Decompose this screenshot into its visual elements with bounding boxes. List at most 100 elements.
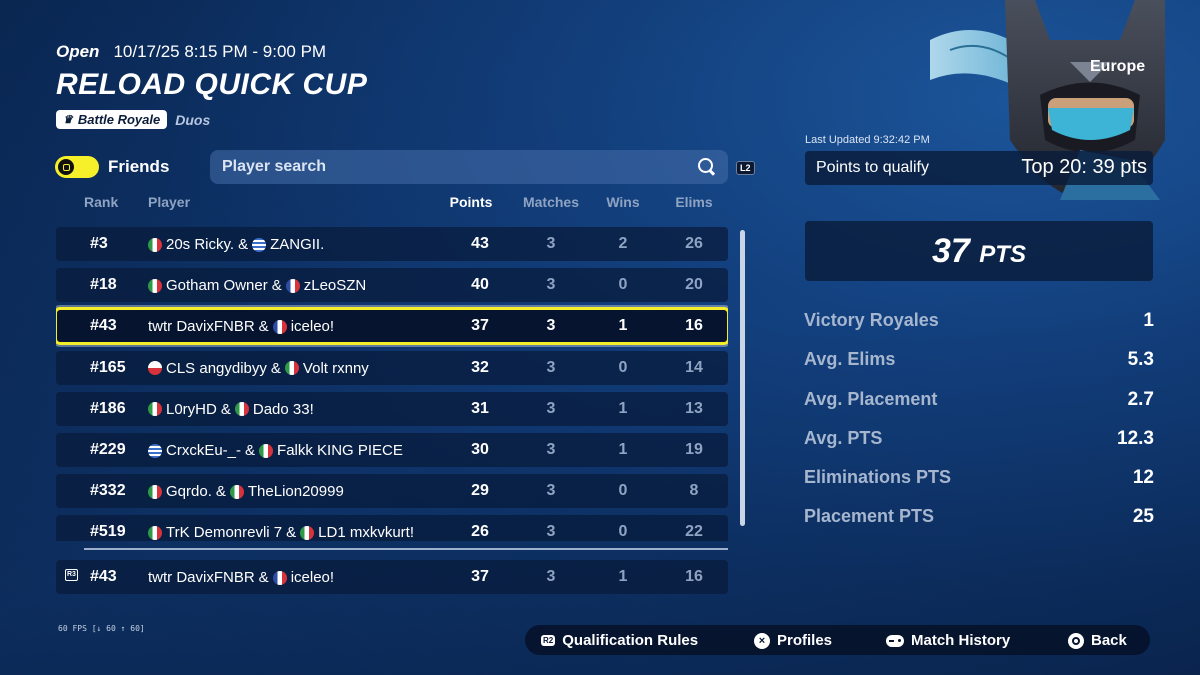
player-1: twtr DavixFNBR [148, 318, 255, 336]
match-history-button[interactable]: Match History [886, 632, 1010, 649]
rank: #519 [90, 523, 126, 541]
wins: 1 [618, 441, 628, 458]
italy-flag-icon [234, 402, 249, 417]
r3-button-hint: R3 [65, 569, 78, 581]
player-1: CLS angydibyy [166, 359, 267, 377]
wins: 0 [618, 276, 628, 294]
elims: 14 [685, 358, 703, 376]
stat-label: Avg. Placement [804, 388, 938, 409]
header-matches[interactable]: Matches [516, 194, 586, 210]
total-points-value: 37 [932, 232, 970, 270]
points: 31 [471, 399, 489, 417]
event-title: RELOAD QUICK CUP [56, 68, 368, 101]
elims: 16 [685, 568, 703, 585]
event-status: Open [56, 42, 100, 61]
team-players: twtr DavixFNBR & iceleo! [148, 569, 334, 586]
italy-flag-icon [259, 443, 274, 458]
button-hint-bar: R2 Qualification Rules × Profiles Match … [525, 625, 1150, 655]
ampersand: & [258, 318, 269, 336]
stat-value: 12 [1132, 467, 1154, 489]
points: 37 [471, 568, 489, 585]
player-2: iceleo! [290, 569, 335, 586]
player-search[interactable] [210, 150, 728, 184]
matches: 3 [546, 441, 556, 458]
profiles-label: Profiles [777, 632, 833, 649]
team-players: L0ryHD & Dado 33! [148, 401, 314, 418]
wins: 1 [618, 568, 628, 585]
table-row[interactable]: #332 Gqrdo. & TheLion20999 29 3 0 8 [56, 474, 728, 509]
scrollbar[interactable] [740, 230, 745, 526]
leaderboard-list: #3 20s Ricky. & ZANGII. 43 3 2 26 #18 Gotham Owne… [56, 227, 728, 541]
header-points[interactable]: Points [436, 194, 506, 210]
qualify-value: Top 20: 39 pts [1021, 156, 1147, 178]
matches: 3 [546, 523, 556, 541]
player-2: ZANGII. [270, 236, 325, 253]
wins: 0 [618, 358, 628, 376]
team-type: Duos [175, 111, 211, 128]
rank: #332 [90, 482, 126, 500]
my-team-row[interactable]: R3 #43 twtr DavixFNBR & iceleo! 37 3 1 1… [56, 560, 728, 594]
elims: 8 [689, 482, 699, 500]
table-row[interactable]: #43 twtr DavixFNBR & iceleo! 37 3 1 16 [56, 307, 728, 346]
table-row[interactable]: #519 TrK Demonrevli 7 & LD1 mxkvkurt! 26 3 0 22 [56, 515, 728, 541]
qualification-rules-button[interactable]: R2 Qualification Rules [541, 632, 698, 649]
table-row[interactable]: #3 20s Ricky. & ZANGII. 43 3 2 26 [56, 227, 728, 261]
header-elims[interactable]: Elims [659, 194, 729, 210]
header-wins[interactable]: Wins [588, 194, 658, 210]
stat-value: 25 [1132, 506, 1154, 528]
matches: 3 [546, 276, 556, 294]
table-row[interactable]: #165 CLS angydibyy & Volt rxnny 32 3 0 14 [56, 350, 728, 385]
search-input[interactable] [222, 158, 698, 176]
rank: #165 [90, 358, 126, 376]
square-button-icon [58, 159, 74, 175]
rank: #18 [90, 276, 117, 294]
player-1: twtr DavixFNBR [148, 569, 255, 586]
fps-counter: 60 FPS [↓ 60 ↑ 60] [58, 624, 145, 633]
event-header: Open 10/17/25 8:15 PM - 9:00 PM RELOAD Q… [56, 42, 367, 129]
italy-flag-icon [229, 484, 244, 499]
player-1: Gqrdo. [166, 483, 212, 501]
points: 29 [471, 482, 489, 500]
table-row[interactable]: #18 Gotham Owner & zLeoSZN 40 3 0 20 [56, 268, 728, 303]
matches: 3 [546, 358, 556, 376]
stat-row: Victory Royales 1 [804, 309, 1154, 348]
team-players: CrxckEu-_- & Falkk KING PIECE [148, 442, 403, 459]
poland-flag-icon [148, 361, 162, 376]
player-1: L0ryHD [166, 400, 217, 418]
scrollbar-thumb[interactable] [740, 230, 745, 526]
elims: 22 [685, 523, 703, 541]
points: 43 [471, 235, 489, 252]
rank: #43 [90, 317, 117, 335]
stat-label: Eliminations PTS [804, 467, 952, 488]
points: 37 [471, 317, 489, 335]
table-row[interactable]: #186 L0ryHD & Dado 33! 31 3 1 13 [56, 391, 728, 426]
italy-flag-icon [284, 361, 299, 376]
ampersand: & [286, 524, 297, 541]
ampersand: & [220, 400, 231, 418]
france-flag-icon [272, 570, 287, 585]
france-flag-icon [272, 319, 287, 334]
profiles-button[interactable]: × Profiles [754, 632, 832, 649]
stat-value: 1 [1143, 310, 1154, 331]
friends-toggle[interactable]: Friends [55, 156, 169, 178]
back-button[interactable]: Back [1068, 632, 1127, 649]
stat-label: Victory Royales [804, 310, 939, 330]
elims: 26 [685, 235, 703, 252]
team-players: TrK Demonrevli 7 & LD1 mxkvkurt! [148, 524, 414, 541]
search-icon[interactable] [698, 158, 716, 176]
total-points: 37 PTS [805, 232, 1153, 271]
team-players: Gqrdo. & TheLion20999 [148, 483, 344, 500]
toggle-switch[interactable] [55, 156, 99, 178]
points: 32 [471, 358, 489, 376]
matches: 3 [546, 317, 556, 335]
player-1: Gotham Owner [166, 277, 268, 295]
ampersand: & [271, 277, 282, 295]
mode-badge: ♛ Battle Royale [56, 110, 168, 129]
ampersand: & [258, 569, 269, 586]
region-label: Europe [1090, 58, 1146, 75]
elims: 16 [685, 317, 703, 335]
table-row[interactable]: #229 CrxckEu-_- & Falkk KING PIECE 30 3 1 19 [56, 433, 728, 467]
stat-value: 5.3 [1127, 349, 1154, 371]
italy-flag-icon [300, 525, 315, 540]
matches: 3 [546, 399, 556, 417]
